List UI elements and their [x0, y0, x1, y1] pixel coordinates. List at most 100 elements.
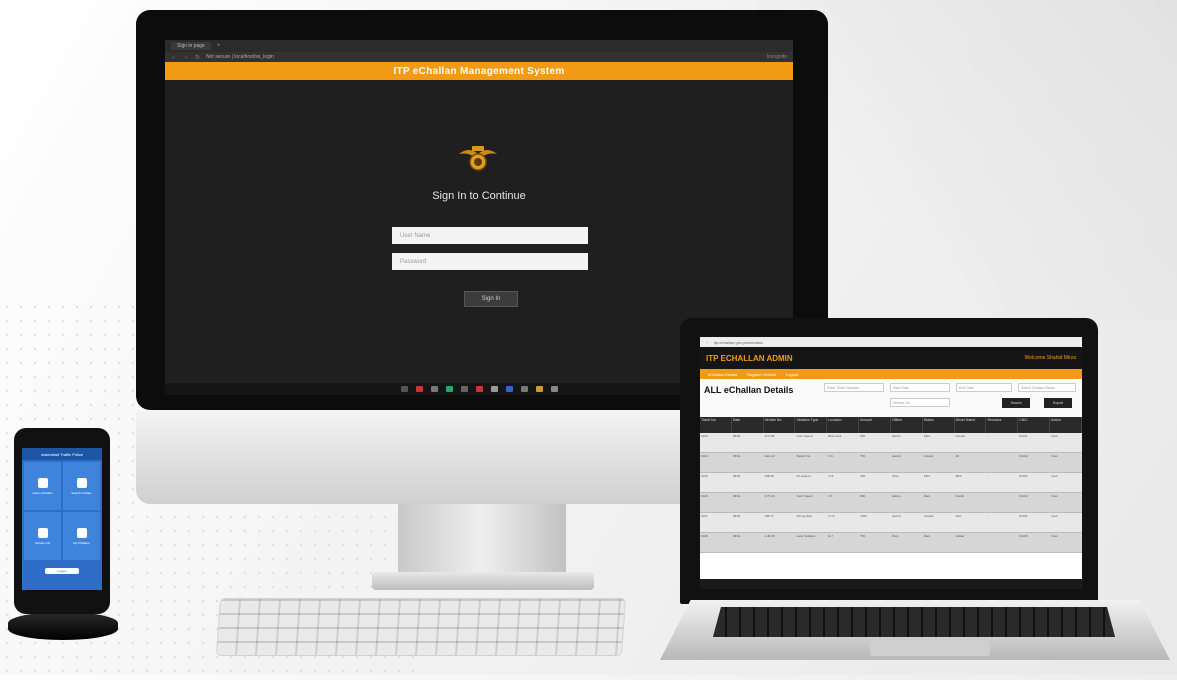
phone-tile-grid: Issue eChallan Search Challan Vehicle In…	[22, 460, 102, 562]
search-button[interactable]: Search	[1002, 398, 1030, 408]
table-header: Ticket No Date Vehicle No Violation Type…	[700, 417, 1082, 433]
nav-item-register-vehicle[interactable]: Register Vehicle	[747, 372, 776, 377]
table-body: 1023 05/02 ICT-AB Over Speed Blue Area 500 Akr…	[700, 433, 1082, 553]
table-cell: F-6	[828, 454, 833, 458]
taskbar-app-icon[interactable]	[520, 386, 528, 392]
laptop-url-field[interactable]: itp.echallan.gov.pk/echallan	[714, 340, 1077, 345]
column-header[interactable]: CNIC	[1018, 417, 1051, 433]
table-cell: 61106	[1019, 534, 1028, 538]
signin-title: Sign In to Continue	[432, 190, 526, 202]
reload-icon[interactable]: ↻	[195, 54, 200, 61]
export-button[interactable]: Export	[1044, 398, 1072, 408]
table-cell: 1025	[701, 474, 708, 478]
table-cell: I-8	[828, 494, 832, 498]
column-header[interactable]: Status	[923, 417, 955, 433]
taskbar-app-icon[interactable]	[460, 386, 468, 392]
tile-issue-echallan[interactable]: Issue eChallan	[24, 462, 61, 510]
table-cell: 750	[860, 454, 866, 458]
taskbar-app-icon[interactable]	[535, 386, 543, 392]
forward-icon[interactable]: →	[183, 54, 189, 60]
taskbar-app-icon[interactable]	[415, 386, 423, 392]
page-toolbar: ALL eChallan Details Enter Ticket Number…	[700, 379, 1082, 417]
column-header[interactable]: Officer	[891, 417, 923, 433]
view-link[interactable]: View	[1050, 533, 1082, 552]
taskbar-app-icon[interactable]	[400, 386, 408, 392]
taskbar-app-icon[interactable]	[550, 386, 558, 392]
vehicle-filter-input[interactable]: Vehicle No	[890, 398, 950, 407]
view-link[interactable]: View	[1050, 493, 1082, 512]
table-cell: -	[987, 514, 989, 518]
table-cell: 06/02	[732, 514, 741, 518]
tile-vehicle-info[interactable]: Vehicle Info	[24, 512, 61, 560]
column-header[interactable]: Location	[827, 417, 860, 433]
table-row[interactable]: 1027 06/02 ISB-77 Wrong Way F-10 1000 Hamid Unp…	[700, 513, 1082, 533]
column-header[interactable]: Action	[1050, 417, 1082, 433]
column-header[interactable]: Amount	[859, 417, 891, 433]
back-icon[interactable]: ←	[705, 339, 710, 345]
view-link[interactable]: View	[1050, 453, 1082, 472]
column-header[interactable]: Violation Type	[795, 417, 828, 433]
taskbar-app-icon[interactable]	[475, 386, 483, 392]
table-cell: Hamid	[891, 454, 901, 458]
user-menu[interactable]: Welcome Shahid Mirza	[1025, 355, 1076, 361]
table-cell: F-10	[828, 514, 835, 518]
table-cell: Hamid	[891, 514, 901, 518]
nav-item-logout[interactable]: Logout	[786, 372, 798, 377]
nav-item-echallan-details[interactable]: eChallan Details	[708, 372, 737, 377]
table-row[interactable]: 1025 05/02 RIB-90 No Helmet G-9 300 Tariq Paid B…	[700, 473, 1082, 493]
taskbar-app-icon[interactable]	[490, 386, 498, 392]
table-row[interactable]: 1024 05/02 LEA-22 Signal Cut F-6 750 Hamid Unpa…	[700, 453, 1082, 473]
table-row[interactable]: 1028 06/02 LHR-15 Lane Violation E-7 750 Tariq…	[700, 533, 1082, 553]
taskbar-app-icon[interactable]	[505, 386, 513, 392]
view-link[interactable]: View	[1050, 513, 1082, 532]
back-icon[interactable]: ←	[171, 54, 177, 60]
table-cell: 750	[860, 534, 866, 538]
table-cell: 61103	[1019, 474, 1028, 478]
tile-my-challans[interactable]: My Challans	[63, 512, 100, 560]
table-cell: 300	[860, 474, 866, 478]
page-title: ALL eChallan Details	[704, 385, 794, 395]
table-row[interactable]: 1023 05/02 ICT-AB Over Speed Blue Area 500 Akr…	[700, 433, 1082, 453]
table-cell: ICT-AB	[764, 434, 775, 438]
column-header[interactable]: Vehicle No	[764, 417, 796, 433]
column-header[interactable]: Remarks	[986, 417, 1019, 433]
url-field[interactable]: Not secure | localhost/ss_login	[206, 54, 761, 60]
table-cell: 1026	[701, 494, 708, 498]
table-cell: Akram	[891, 434, 901, 438]
table-cell: 1024	[701, 454, 708, 458]
table-cell: -	[987, 494, 989, 498]
tile-search-challan[interactable]: Search Challan	[63, 462, 100, 510]
taskbar-app-icon[interactable]	[445, 386, 453, 392]
signin-button[interactable]: Sign In	[464, 291, 518, 307]
phone-logout-button[interactable]: Logout	[45, 568, 79, 574]
status-select[interactable]: Select Challan Status	[1018, 383, 1076, 392]
table-cell: Blue Area	[828, 434, 842, 438]
end-date-input[interactable]: End Date	[956, 383, 1012, 392]
tile-label: Vehicle Info	[34, 540, 51, 545]
view-link[interactable]: View	[1050, 433, 1082, 452]
column-header[interactable]: Ticket No	[700, 417, 732, 433]
police-wings-logo-icon	[459, 146, 497, 171]
table-cell: G-9	[828, 474, 834, 478]
view-link[interactable]: View	[1050, 473, 1082, 492]
username-input[interactable]: User Name	[392, 227, 588, 244]
table-cell: Akram	[891, 494, 901, 498]
password-input[interactable]: Password	[392, 253, 588, 270]
table-cell: 06/02	[732, 534, 741, 538]
table-cell: ICT-CD	[764, 494, 775, 498]
table-cell: Paid	[923, 474, 930, 478]
start-date-input[interactable]: Start Date	[890, 383, 950, 392]
table-cell: Tariq	[891, 474, 899, 478]
admin-nav: eChallan Details Register Vehicle Logout	[700, 369, 1082, 379]
table-row[interactable]: 1026 06/02 ICT-CD Over Speed I-8 500 Akram Paid…	[700, 493, 1082, 513]
table-cell: Kashif	[955, 494, 964, 498]
new-tab-icon[interactable]: +	[217, 43, 221, 49]
browser-tab[interactable]: Sign in page	[171, 42, 211, 50]
ticket-filter-input[interactable]: Enter Ticket Number	[824, 383, 884, 392]
table-cell: Wrong Way	[796, 514, 812, 518]
tile-label: My Challans	[73, 540, 90, 545]
taskbar-app-icon[interactable]	[430, 386, 438, 392]
column-header[interactable]: Driver Name	[955, 417, 987, 433]
table-cell: No Helmet	[796, 474, 811, 478]
column-header[interactable]: Date	[732, 417, 764, 433]
